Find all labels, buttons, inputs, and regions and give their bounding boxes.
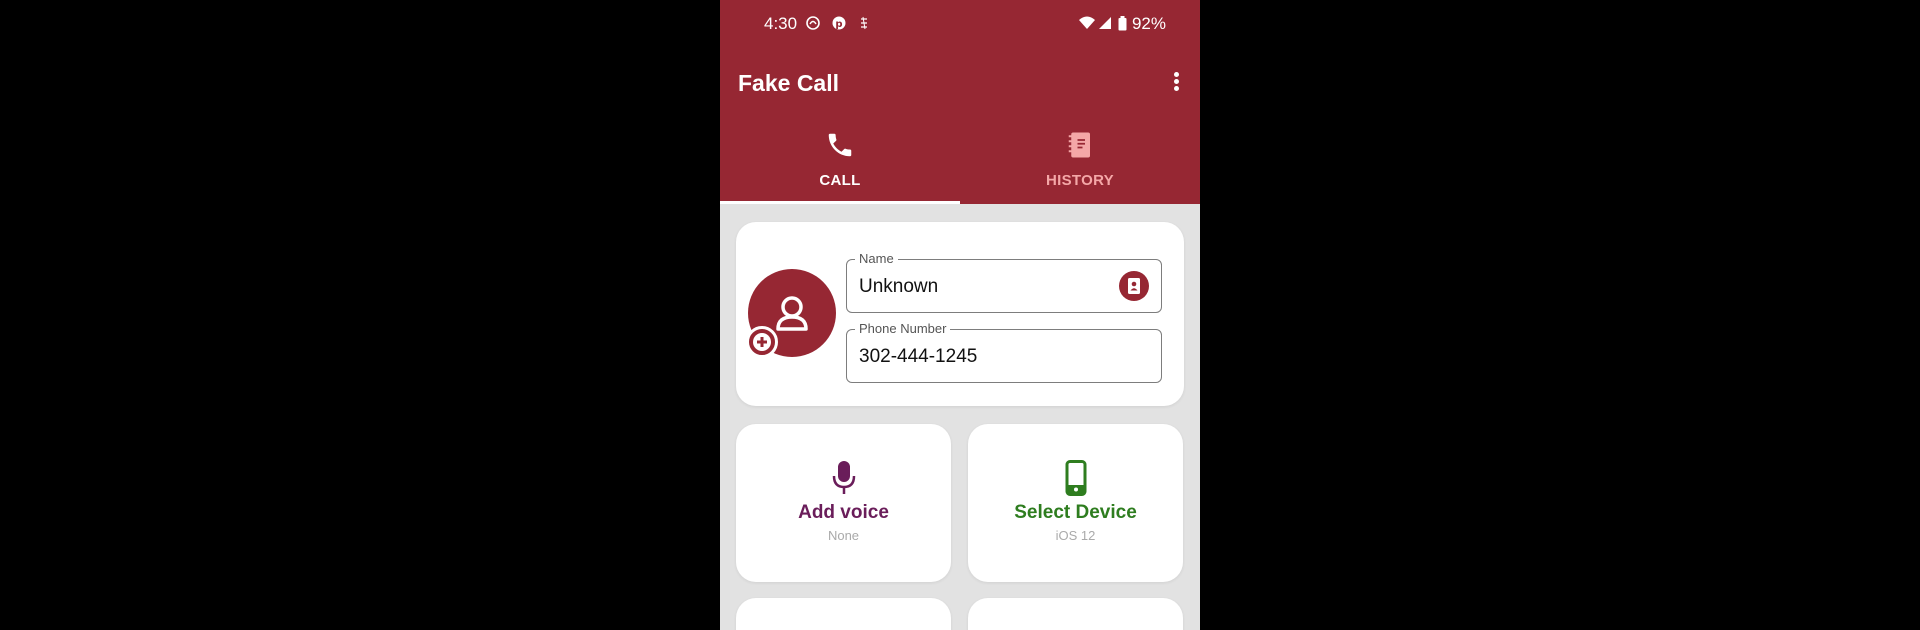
notebook-icon — [1068, 132, 1090, 158]
select-device-tile[interactable]: Select Device iOS 12 — [968, 424, 1183, 582]
pick-contact-button[interactable] — [1119, 271, 1149, 301]
option-tile[interactable] — [736, 598, 951, 630]
wifi-icon — [1078, 16, 1096, 35]
contact-card: Name Unknown Phone Number 302-444-1245 — [736, 222, 1184, 406]
plus-icon — [753, 333, 771, 351]
add-photo-button[interactable] — [746, 326, 778, 358]
smartphone-icon — [1065, 460, 1086, 496]
svg-text:p: p — [835, 19, 842, 30]
microphone-icon — [832, 461, 855, 494]
name-label: Name — [855, 251, 898, 266]
contact-book-icon — [1128, 278, 1140, 294]
active-tab-indicator — [720, 201, 960, 204]
menu-dot-icon — [1173, 72, 1179, 77]
select-device-subtitle: iOS 12 — [1055, 528, 1096, 543]
phone-number-label: Phone Number — [855, 321, 951, 336]
tab-history[interactable]: HISTORY — [960, 128, 1200, 204]
tab-history-label: HISTORY — [1046, 172, 1114, 189]
name-field[interactable]: Name Unknown — [846, 251, 1162, 313]
app-notification-icon — [858, 16, 870, 35]
battery-percentage: 92% — [1131, 14, 1166, 33]
status-time: 4:30 — [764, 14, 798, 33]
add-voice-subtitle: None — [827, 528, 860, 543]
notification-icon — [806, 16, 820, 35]
battery-icon — [1118, 16, 1127, 36]
add-voice-title: Add voice — [798, 502, 889, 523]
option-tile[interactable] — [968, 598, 1183, 630]
add-voice-tile[interactable]: Add voice None — [736, 424, 951, 582]
menu-dot-icon — [1173, 86, 1179, 91]
app-header: 4:30 p 92% Fake Call CALL HISTORY — [720, 0, 1200, 204]
phone-number-field[interactable]: Phone Number 302-444-1245 — [846, 321, 1162, 383]
phone-icon — [828, 133, 852, 157]
menu-dot-icon — [1173, 79, 1179, 84]
pinterest-icon: p — [832, 16, 846, 35]
overflow-menu-button[interactable] — [1168, 70, 1184, 96]
signal-icon — [1098, 16, 1112, 35]
select-device-title: Select Device — [1014, 502, 1137, 523]
name-value: Unknown — [859, 276, 939, 297]
tab-call-label: CALL — [819, 172, 861, 189]
tab-call[interactable]: CALL — [720, 128, 960, 204]
phone-number-value: 302-444-1245 — [859, 346, 978, 367]
app-title: Fake Call — [738, 70, 839, 96]
app-screen: 4:30 p 92% Fake Call CALL HISTORY Name U… — [720, 0, 1200, 630]
